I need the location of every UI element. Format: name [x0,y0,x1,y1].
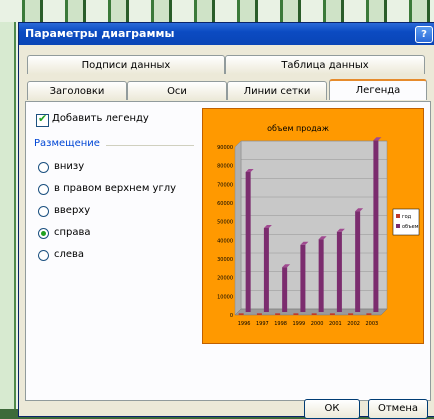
check-icon: ✔ [38,112,48,125]
placement-top-right-label: в правом верхнем углу [54,183,177,194]
chart-bar-volume [318,239,324,312]
chart-legend-swatch [396,224,400,228]
chart-legend-label: объем [402,224,419,230]
tab-titles[interactable]: Заголовки [27,81,127,100]
chart-x-tick-label: 1996 [238,321,251,327]
chart-bar-year [275,313,281,315]
chart-preview-svg: объем продаж 90000 80000 70000 60000 50000 400… [217,124,420,327]
cancel-button[interactable]: Отмена [368,399,428,419]
chart-y-tick-label: 20000 [217,276,233,282]
chart-x-tick-label: 2003 [366,321,379,327]
chart-x-tick-label: 1997 [256,321,269,327]
chart-y-tick-label: 90000 [217,145,233,151]
add-legend-label: Добавить легенду [52,113,149,124]
chart-bar-volume-top [373,137,382,141]
placement-left-radio[interactable] [38,250,49,261]
chart-title: объем продаж [267,124,329,133]
chart-y-tick-label: 60000 [217,201,233,207]
placement-group-title: Размещение [34,138,100,149]
tab-data-table[interactable]: Таблица данных [225,55,425,74]
dialog-titlebar: Параметры диаграммы ? [19,23,434,45]
add-legend-checkbox[interactable]: ✔ [36,112,49,127]
chart-preview: объем продаж 90000 80000 70000 60000 50000 400… [202,108,424,344]
chart-legend-label: год [402,214,412,220]
chart-bar-year [293,313,299,315]
chart-y-tick-label: 10000 [217,294,233,300]
chart-x-tick-label: 1998 [274,321,287,327]
group-divider [106,145,194,146]
placement-top-right-radio[interactable] [38,184,49,195]
worksheet-toolbar-strip [0,0,434,22]
chart-bar-volume [300,244,306,312]
chart-bar-volume [263,228,269,312]
tab-legend[interactable]: Легенда [329,79,427,100]
chart-legend-box [392,208,420,236]
chart-y-tick-label: 80000 [217,164,233,170]
chart-legend-swatch [396,214,400,218]
chart-bar-year [348,313,354,315]
chart-bar-year [366,313,372,315]
placement-right-label: справа [54,227,91,238]
placement-right-radio[interactable] [38,228,49,239]
chart-side-wall [234,140,242,316]
help-button[interactable]: ? [415,26,433,43]
chart-y-tick-label: 30000 [217,257,233,263]
chart-bar-year [329,313,335,315]
placement-bottom-radio[interactable] [38,162,49,173]
chart-x-tick-label: 2000 [311,321,324,327]
chart-options-dialog: Параметры диаграммы ? Подписи данных Таб… [18,22,434,419]
tab-data-labels[interactable]: Подписи данных [27,55,225,74]
placement-bottom-label: внизу [54,161,85,172]
chart-bar-year [256,313,262,315]
chart-x-tick-label: 2002 [347,321,360,327]
chart-bar-volume [245,172,251,312]
chart-y-tick-label: 50000 [217,220,233,226]
chart-bar-volume [336,231,342,312]
dialog-title: Параметры диаграммы [25,27,175,40]
placement-left-label: слева [54,249,85,260]
chart-bar-year [311,313,317,315]
chart-bar-year [238,313,244,315]
chart-y-tick-label: 0 [230,313,233,319]
ok-button[interactable]: ОК [304,399,360,419]
placement-top-radio[interactable] [38,206,49,217]
chart-bar-volume [355,211,361,312]
chart-y-tick-label: 70000 [217,182,233,188]
chart-bar-volume [282,267,288,312]
chart-bar-volume [373,140,379,312]
chart-y-tick-label: 40000 [217,238,233,244]
chart-x-tick-label: 1999 [293,321,306,327]
placement-top-label: вверху [54,205,91,216]
chart-x-tick-label: 2001 [329,321,342,327]
tab-axes[interactable]: Оси [127,81,227,100]
legend-tab-panel: ✔ Добавить легенду Размещение внизу в пр… [25,101,431,401]
chart-plot-wall [240,140,388,310]
tab-gridlines[interactable]: Линии сетки [227,81,327,100]
